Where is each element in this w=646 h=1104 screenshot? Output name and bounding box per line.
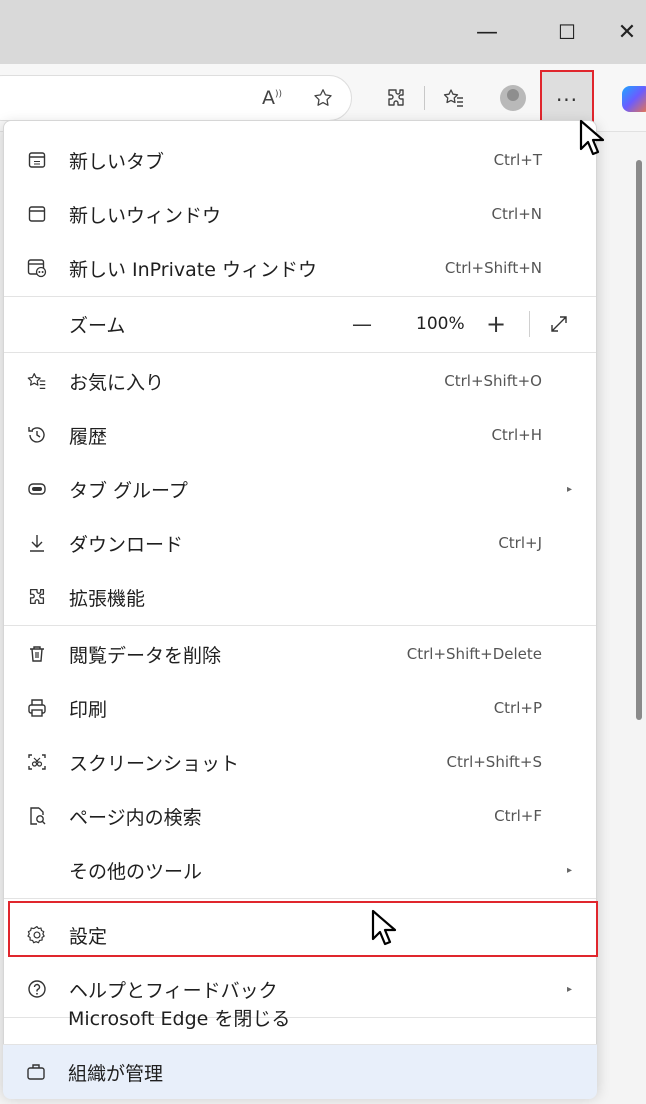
trash-icon: [22, 639, 52, 669]
more-options-icon: ···: [555, 88, 579, 112]
menu-item-shortcut: Ctrl+H: [491, 426, 542, 444]
menu-item-more-tools[interactable]: その他のツール ▸: [4, 843, 596, 897]
favorites-bar-button[interactable]: [442, 78, 466, 118]
scrollbar-thumb[interactable]: [636, 160, 642, 720]
menu-item-label: 新しいウィンドウ: [69, 204, 222, 227]
favorites-bar-icon: [443, 89, 463, 107]
fullscreen-button[interactable]: [548, 297, 570, 351]
inprivate-icon: [22, 253, 52, 283]
menu-item-tab-groups[interactable]: タブ グループ ▸: [4, 462, 596, 516]
menu-item-new-inprivate-window[interactable]: 新しい InPrivate ウィンドウ Ctrl+Shift+N: [4, 241, 596, 295]
tab-groups-icon: [22, 474, 52, 504]
history-icon: [22, 420, 52, 450]
read-aloud-icon: A)): [262, 87, 283, 109]
fullscreen-icon: [551, 316, 567, 332]
screenshot-icon: [22, 747, 52, 777]
menu-item-shortcut: Ctrl+P: [493, 699, 542, 717]
menu-item-shortcut: Ctrl+N: [491, 205, 542, 223]
menu-item-label: タブ グループ: [69, 479, 188, 502]
menu-item-find-on-page[interactable]: ページ内の検索 Ctrl+F: [4, 789, 596, 843]
new-window-icon: [22, 199, 52, 229]
menu-item-label: その他のツール: [69, 860, 203, 883]
read-aloud-button[interactable]: A)): [262, 78, 282, 118]
briefcase-icon: [21, 1057, 51, 1087]
mouse-cursor-icon: [371, 909, 397, 946]
submenu-arrow-icon: ▸: [566, 864, 572, 876]
menu-divider: [4, 898, 596, 899]
menu-item-label: 新しい InPrivate ウィンドウ: [69, 258, 317, 281]
minimize-button[interactable]: —: [464, 10, 510, 54]
print-icon: [22, 693, 52, 723]
settings-highlight-box: [8, 901, 598, 957]
maximize-button[interactable]: ☐: [544, 10, 590, 54]
window-title-bar: — ☐ ✕: [0, 0, 646, 64]
submenu-arrow-icon: ▸: [566, 483, 572, 495]
menu-divider: [4, 625, 596, 626]
zoom-level: 100%: [416, 314, 465, 334]
close-window-button[interactable]: ✕: [604, 10, 646, 54]
download-icon: [22, 528, 52, 558]
favorite-star-icon: [314, 89, 332, 106]
profile-avatar-icon: [500, 85, 526, 111]
menu-item-label: 印刷: [69, 698, 108, 721]
address-bar[interactable]: [0, 75, 352, 121]
extensions-button[interactable]: [384, 78, 408, 118]
menu-item-new-tab[interactable]: 新しいタブ Ctrl+T: [4, 133, 596, 187]
menu-item-label: 新しいタブ: [69, 150, 165, 173]
mouse-cursor-icon: [579, 119, 605, 156]
menu-item-label: Microsoft Edge を閉じる: [68, 1007, 291, 1030]
extensions-icon: [388, 89, 404, 106]
menu-item-label: お気に入り: [69, 371, 165, 394]
menu-item-label: 拡張機能: [69, 587, 146, 610]
find-on-page-icon: [22, 801, 52, 831]
menu-divider: [4, 352, 596, 353]
menu-item-shortcut: Ctrl+T: [493, 151, 542, 169]
menu-item-managed-by-organization[interactable]: 組織が管理: [3, 1045, 597, 1099]
zoom-in-button[interactable]: +: [486, 297, 506, 351]
menu-item-shortcut: Ctrl+Shift+Delete: [406, 645, 542, 663]
menu-item-label: 閲覧データを削除: [69, 644, 222, 667]
favorites-icon: [22, 366, 52, 396]
menu-item-shortcut: Ctrl+F: [494, 807, 542, 825]
minimize-icon: —: [476, 19, 498, 45]
extensions-icon: [22, 582, 52, 612]
new-tab-icon: [22, 145, 52, 175]
profile-button[interactable]: [500, 78, 526, 118]
menu-item-extensions[interactable]: 拡張機能: [4, 570, 596, 624]
menu-item-favorites[interactable]: お気に入り Ctrl+Shift+O: [4, 354, 596, 408]
menu-item-screenshot[interactable]: スクリーンショット Ctrl+Shift+S: [4, 735, 596, 789]
copilot-icon[interactable]: [622, 86, 646, 112]
zoom-out-button[interactable]: —: [352, 297, 372, 351]
menu-item-history[interactable]: 履歴 Ctrl+H: [4, 408, 596, 462]
menu-item-label: ダウンロード: [69, 533, 184, 556]
menu-item-label: 組織が管理: [68, 1062, 164, 1085]
menu-item-label: スクリーンショット: [69, 752, 240, 775]
zoom-label: ズーム: [69, 314, 126, 337]
favorite-button[interactable]: [312, 78, 334, 118]
menu-item-label: 履歴: [69, 425, 108, 448]
menu-item-print[interactable]: 印刷 Ctrl+P: [4, 681, 596, 735]
menu-item-label: ページ内の検索: [69, 806, 202, 829]
menu-item-shortcut: Ctrl+Shift+S: [446, 753, 542, 771]
menu-item-zoom: ズーム — 100% +: [4, 297, 596, 351]
menu-item-shortcut: Ctrl+Shift+O: [444, 372, 542, 390]
menu-item-close-edge[interactable]: Microsoft Edge を閉じる: [3, 990, 597, 1044]
toolbar-divider: [424, 86, 425, 110]
menu-item-shortcut: Ctrl+J: [498, 534, 542, 552]
zoom-divider: [529, 311, 530, 337]
menu-item-new-window[interactable]: 新しいウィンドウ Ctrl+N: [4, 187, 596, 241]
maximize-icon: ☐: [558, 20, 576, 44]
menu-item-shortcut: Ctrl+Shift+N: [444, 259, 542, 277]
menu-item-clear-browsing-data[interactable]: 閲覧データを削除 Ctrl+Shift+Delete: [4, 627, 596, 681]
menu-item-downloads[interactable]: ダウンロード Ctrl+J: [4, 516, 596, 570]
close-icon: ✕: [617, 19, 637, 45]
